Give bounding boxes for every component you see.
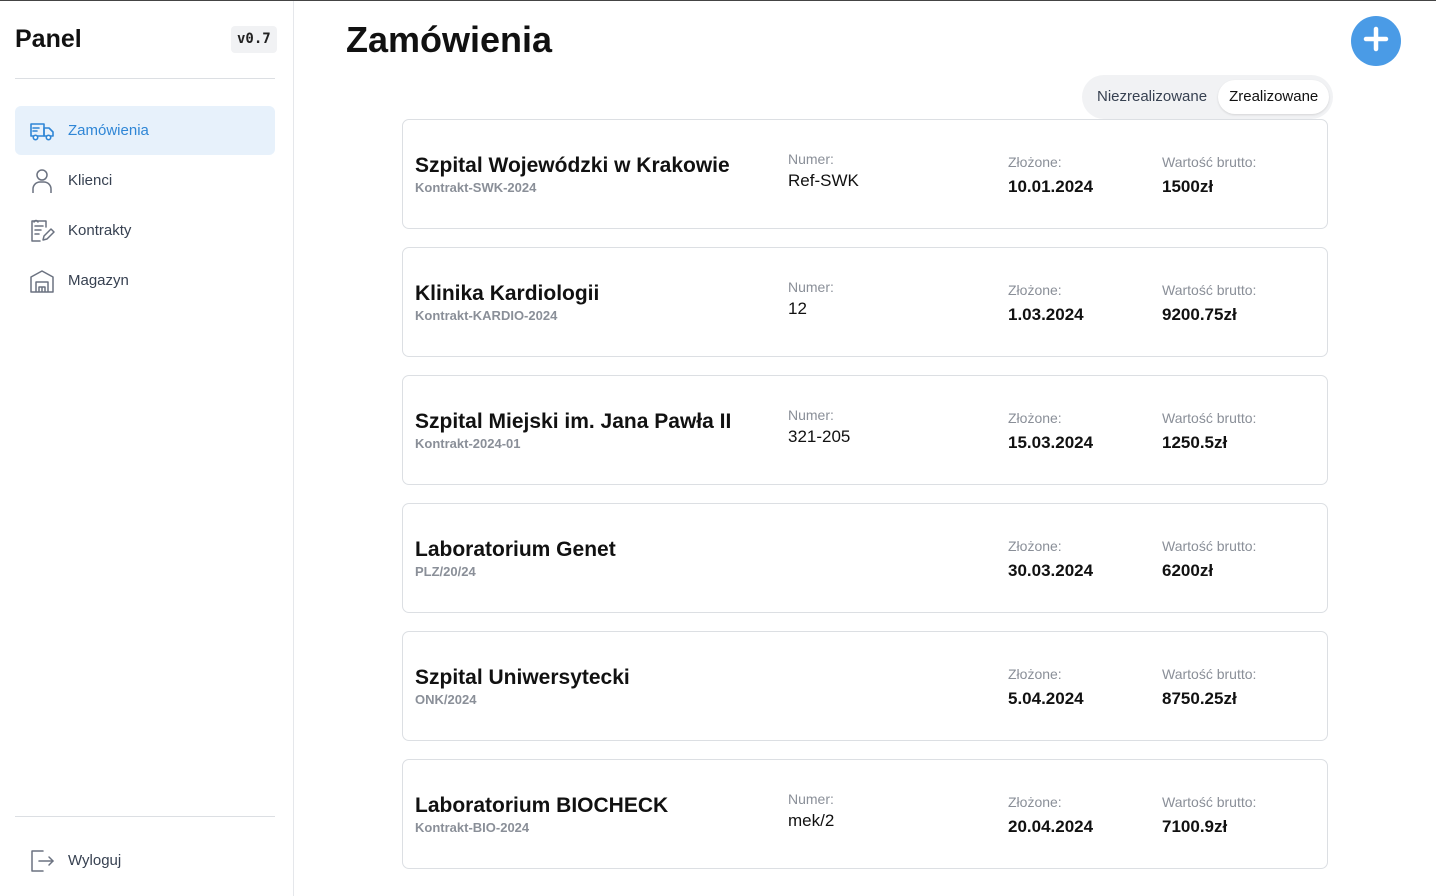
user-icon [28, 167, 55, 194]
order-card[interactable]: Laboratorium Genet PLZ/20/24 Złożone: 30… [402, 503, 1328, 613]
order-contract: Kontrakt-KARDIO-2024 [415, 308, 558, 323]
order-number-label: Numer: [788, 791, 834, 807]
sidebar-item-zamowienia[interactable]: Zamówienia [15, 106, 275, 155]
version-badge: v0.7 [231, 26, 277, 53]
order-date-label: Złożone: [1008, 410, 1062, 426]
sidebar-item-label: Magazyn [68, 272, 129, 289]
logout-button[interactable]: Wyloguj [15, 836, 275, 885]
truck-icon [28, 117, 55, 144]
order-card[interactable]: Laboratorium BIOCHECK Kontrakt-BIO-2024 … [402, 759, 1328, 869]
order-contract: Kontrakt-BIO-2024 [415, 820, 530, 835]
order-client: Klinika Kardiologii [415, 282, 600, 305]
sidebar-item-magazyn[interactable]: Magazyn [15, 256, 275, 305]
order-date-label: Złożone: [1008, 666, 1062, 682]
contract-icon [28, 217, 55, 244]
brand-title: Panel [15, 25, 82, 53]
order-client: Szpital Wojewódzki w Krakowie [415, 154, 730, 177]
order-gross: 1250.5zł [1162, 433, 1228, 452]
order-date-label: Złożone: [1008, 538, 1062, 554]
order-number: Ref-SWK [788, 171, 859, 190]
order-gross-label: Wartość brutto: [1162, 666, 1257, 682]
plus-icon [1363, 26, 1389, 57]
order-number-label: Numer: [788, 407, 834, 423]
order-date: 15.03.2024 [1008, 433, 1094, 452]
sidebar-item-label: Klienci [68, 172, 113, 189]
status-filter-toggle: Niezrealizowane Zrealizowane [1082, 75, 1334, 119]
order-date-label: Złożone: [1008, 154, 1062, 170]
logout-area: Wyloguj [15, 836, 275, 886]
order-date: 30.03.2024 [1008, 561, 1094, 580]
order-gross: 6200zł [1162, 561, 1214, 580]
sidebar-item-label: Zamówienia [68, 122, 149, 139]
order-card[interactable]: Szpital Uniwersytecki ONK/2024 Złożone: … [402, 631, 1328, 741]
order-number-label: Numer: [788, 151, 834, 167]
order-date: 5.04.2024 [1008, 689, 1084, 708]
logout-icon [28, 847, 55, 874]
order-gross: 8750.25zł [1162, 689, 1237, 708]
order-gross-label: Wartość brutto: [1162, 794, 1257, 810]
order-contract: PLZ/20/24 [415, 564, 476, 579]
order-card[interactable]: Szpital Wojewódzki w Krakowie Kontrakt-S… [402, 119, 1328, 229]
order-contract: Kontrakt-SWK-2024 [415, 180, 537, 195]
order-gross-label: Wartość brutto: [1162, 282, 1257, 298]
sidebar-item-kontrakty[interactable]: Kontrakty [15, 206, 275, 255]
sidebar-item-label: Kontrakty [68, 222, 132, 239]
sidebar-item-klienci[interactable]: Klienci [15, 156, 275, 205]
order-client: Szpital Miejski im. Jana Pawła II [415, 410, 732, 433]
order-contract: ONK/2024 [415, 692, 477, 707]
order-client: Laboratorium Genet [415, 538, 616, 561]
add-order-button[interactable] [1351, 16, 1401, 66]
page-title: Zamówienia [346, 19, 553, 60]
order-gross: 7100.9zł [1162, 817, 1228, 836]
order-client: Szpital Uniwersytecki [415, 666, 630, 689]
order-date: 20.04.2024 [1008, 817, 1094, 836]
order-date-label: Złożone: [1008, 794, 1062, 810]
order-number: 12 [788, 299, 807, 318]
order-number: 321-205 [788, 427, 851, 446]
order-gross-label: Wartość brutto: [1162, 154, 1257, 170]
sidebar-divider-bottom [15, 816, 275, 817]
order-number-label: Numer: [788, 279, 834, 295]
order-date-label: Złożone: [1008, 282, 1062, 298]
sidebar-divider-top [15, 78, 275, 79]
warehouse-icon [28, 267, 55, 294]
order-gross-label: Wartość brutto: [1162, 538, 1257, 554]
filter-option-realized[interactable]: Zrealizowane [1218, 80, 1330, 114]
order-contract: Kontrakt-2024-01 [415, 436, 521, 451]
order-card[interactable]: Klinika Kardiologii Kontrakt-KARDIO-2024… [402, 247, 1328, 357]
order-date: 10.01.2024 [1008, 177, 1094, 196]
order-gross-label: Wartość brutto: [1162, 410, 1257, 426]
sidebar: Panel v0.7 Zamówienia Klienci Kontrakty … [0, 1, 294, 896]
order-number: mek/2 [788, 811, 835, 830]
order-gross: 1500zł [1162, 177, 1214, 196]
order-card[interactable]: Szpital Miejski im. Jana Pawła II Kontra… [402, 375, 1328, 485]
order-date: 1.03.2024 [1008, 305, 1084, 324]
order-client: Laboratorium BIOCHECK [415, 794, 669, 817]
sidebar-nav: Zamówienia Klienci Kontrakty Magazyn [15, 106, 275, 306]
filter-option-unrealized[interactable]: Niezrealizowane [1086, 80, 1218, 114]
orders-list: Szpital Wojewódzki w Krakowie Kontrakt-S… [402, 119, 1328, 887]
logout-label: Wyloguj [68, 852, 122, 869]
order-gross: 9200.75zł [1162, 305, 1237, 324]
